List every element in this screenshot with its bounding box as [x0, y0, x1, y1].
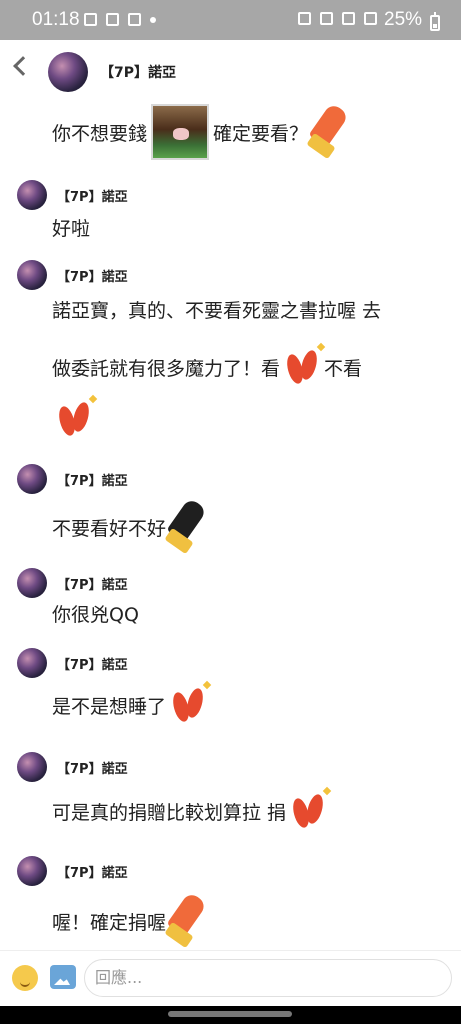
message-text-part: 喔！確定捐喔 — [52, 911, 167, 934]
signal-icon — [342, 12, 355, 25]
message-text: 不要看好不好 — [52, 497, 208, 555]
message-composer: 回應... — [0, 950, 461, 1006]
message-text: 做委託就有很多魔力了！看 不看 — [52, 342, 363, 390]
header-avatar[interactable] — [48, 52, 88, 92]
chat-header: 【7P】諾亞 — [0, 40, 461, 102]
system-icons — [298, 12, 377, 25]
message: 【7P】諾亞 諾亞寶，真的、不要看死靈之書拉喔 去 做委託就有很多魔力了！看 不… — [0, 258, 461, 458]
alarm-icon — [298, 12, 311, 25]
home-gesture-bar[interactable] — [168, 1011, 292, 1017]
chat-title: 【7P】諾亞 — [100, 65, 177, 81]
messages-icon — [106, 13, 119, 26]
bean-sticker — [280, 342, 326, 390]
sender-name: 【7P】諾亞 — [57, 578, 128, 593]
sender-name: 【7P】諾亞 — [57, 866, 128, 881]
sender-avatar[interactable] — [17, 752, 47, 782]
message: 【7P】諾亞 喔！確定捐喔 — [0, 854, 461, 950]
mute-icon — [320, 12, 333, 25]
bean-sticker — [52, 394, 98, 442]
sender-avatar[interactable] — [17, 180, 47, 210]
red-stamp-sticker — [164, 891, 208, 949]
kid-meme-sticker — [151, 104, 210, 160]
gallery-icon — [84, 13, 97, 26]
sender-name: 【7P】諾亞 — [57, 270, 128, 285]
back-chevron-icon[interactable] — [13, 56, 33, 76]
message-text: 可是真的捐贈比較划算拉 捐 — [52, 786, 332, 834]
message: 【7P】諾亞 可是真的捐贈比較划算拉 捐 — [0, 750, 461, 846]
sender-name: 【7P】諾亞 — [57, 762, 128, 777]
signal-4g-icon — [364, 12, 377, 25]
message-text-part: 可是真的捐贈比較划算拉 捐 — [52, 801, 287, 824]
sender-avatar[interactable] — [17, 856, 47, 886]
battery-percentage: 25% — [384, 9, 423, 30]
notification-icons — [84, 13, 156, 26]
message-text-part: 是不是想睡了 — [52, 695, 167, 718]
message-text: 你很兇QQ — [52, 604, 139, 626]
sender-avatar[interactable] — [17, 464, 47, 494]
message-text-part: 不要看好不好 — [52, 517, 167, 540]
emoji-icon[interactable] — [12, 965, 38, 991]
message-text-part: 確定要看？ — [213, 122, 309, 145]
message-text-part: 做委託就有很多魔力了！看 — [52, 357, 281, 380]
message-text: 喔！確定捐喔 — [52, 891, 208, 949]
sender-name: 【7P】諾亞 — [57, 190, 128, 205]
sender-name: 【7P】諾亞 — [57, 658, 128, 673]
system-nav-bar — [0, 1006, 461, 1024]
battery-icon — [430, 12, 440, 31]
message-text-part: 你不想要錢 — [52, 122, 148, 145]
message-list[interactable]: 你不想要錢 確定要看？ 【7P】諾亞 好啦 【7P】諾亞 諾亞寶，真的、不要看死… — [0, 102, 461, 950]
message: 你不想要錢 確定要看？ — [0, 102, 461, 172]
reply-input[interactable]: 回應... — [84, 959, 452, 997]
line-icon — [128, 13, 141, 26]
sender-avatar[interactable] — [17, 568, 47, 598]
message: 【7P】諾亞 好啦 — [0, 178, 461, 248]
message: 【7P】諾亞 不要看好不好 — [0, 462, 461, 562]
message-text: 好啦 — [52, 218, 91, 240]
bean-sticker — [286, 786, 332, 834]
status-time: 01:18 — [32, 9, 80, 30]
message-text: 你不想要錢 確定要看？ — [52, 102, 350, 160]
message: 【7P】諾亞 是不是想睡了 — [0, 646, 461, 736]
bean-sticker — [166, 680, 212, 728]
message-text-part: 不看 — [324, 357, 363, 380]
sender-avatar[interactable] — [17, 260, 47, 290]
sender-avatar[interactable] — [17, 648, 47, 678]
message-text: 是不是想睡了 — [52, 680, 212, 728]
black-stamp-sticker — [164, 497, 208, 555]
message-text: 諾亞寶，真的、不要看死靈之書拉喔 去 — [52, 300, 382, 322]
message: 【7P】諾亞 你很兇QQ — [0, 566, 461, 636]
more-dot-icon — [150, 16, 156, 23]
status-bar: 01:18 25% — [0, 0, 461, 40]
sender-name: 【7P】諾亞 — [57, 474, 128, 489]
red-stamp-sticker — [306, 102, 350, 160]
image-icon[interactable] — [50, 965, 76, 989]
